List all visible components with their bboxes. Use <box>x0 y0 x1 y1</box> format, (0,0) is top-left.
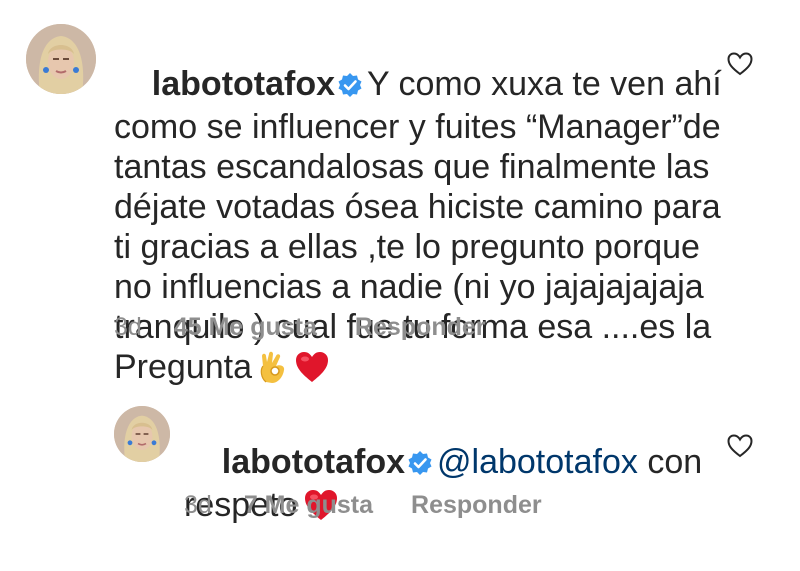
reply-button[interactable]: Responder <box>355 313 486 342</box>
avatar-image <box>26 24 96 94</box>
avatar[interactable] <box>26 24 96 94</box>
reply-username[interactable]: labototafox <box>222 443 405 481</box>
likes-count[interactable]: 7 Me gusta <box>244 491 373 520</box>
comment-line-6: no influencias a nadie (ni yo jajajajaja… <box>114 268 704 306</box>
mention-link[interactable]: @labototafox <box>437 443 638 481</box>
reply-text: labototafox @labototafox con respeto <box>184 402 724 571</box>
reply-line-1: con <box>647 443 703 481</box>
comment-username[interactable]: labototafox <box>152 65 335 103</box>
like-heart-icon[interactable] <box>727 52 753 81</box>
reply-meta: 3d 7 Me gusta Responder <box>184 491 542 520</box>
verified-badge-icon <box>407 445 433 485</box>
comment-text: labototafox Y como xuxa te ven ahí como se… <box>114 24 724 433</box>
comment-time[interactable]: 3d <box>114 313 142 342</box>
avatar-image <box>114 406 170 462</box>
reply-time[interactable]: 3d <box>184 491 212 520</box>
comment-line-2: como se influencer y fuites “Manager”de <box>114 108 721 146</box>
comment-line-3: tantas escandalosas que finalmente las <box>114 148 710 186</box>
comment-meta: 3d 45 Me gusta Responder <box>114 313 486 342</box>
like-heart-icon[interactable] <box>727 434 753 463</box>
avatar[interactable] <box>114 406 170 462</box>
verified-badge-icon <box>337 67 363 107</box>
comment-line-1: Y como xuxa te ven ahí <box>367 65 722 103</box>
comment-line-4: déjate votadas ósea hiciste camino para <box>114 188 721 226</box>
comment-line-5: ti gracias a ellas ,te lo pregunto porqu… <box>114 228 700 266</box>
likes-count[interactable]: 45 Me gusta <box>174 313 317 342</box>
comment-main: labototafox Y como xuxa te ven ahí como se… <box>0 0 800 386</box>
comment-reply: labototafox @labototafox con respeto 3d 7 … <box>0 380 800 526</box>
reply-button[interactable]: Responder <box>411 491 542 520</box>
